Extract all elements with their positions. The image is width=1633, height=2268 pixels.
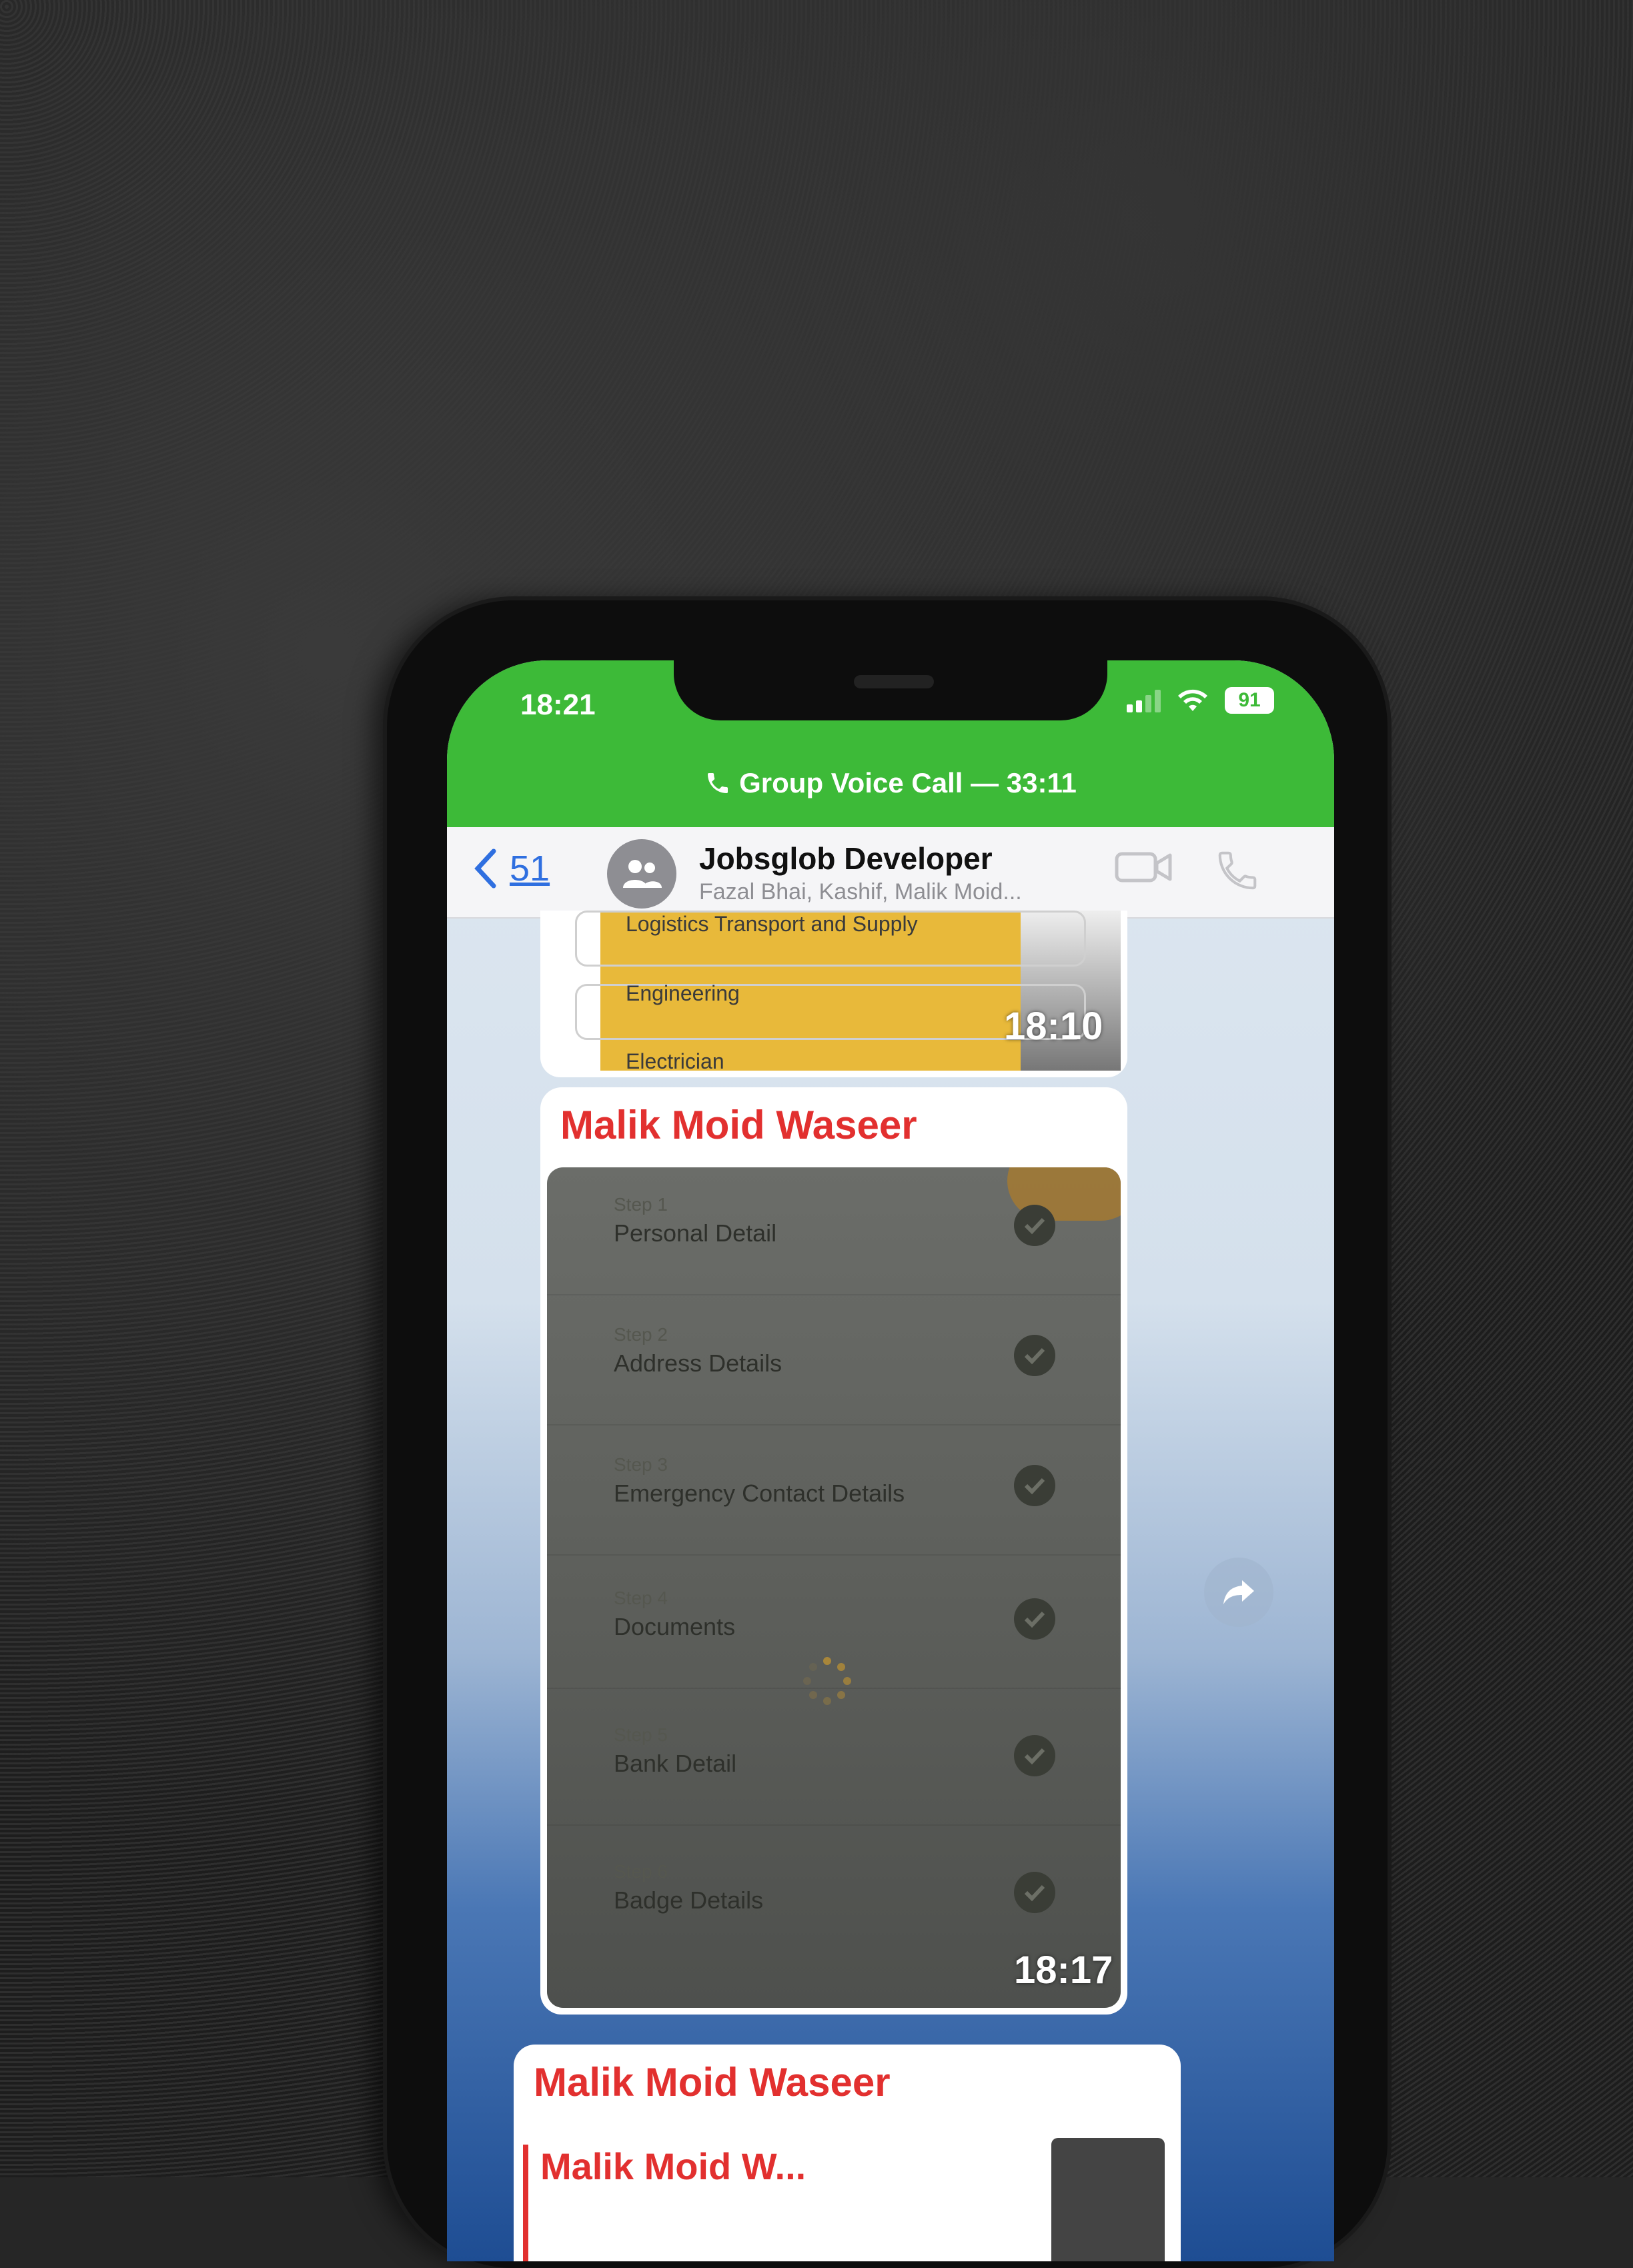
status-time: 18:21 xyxy=(520,688,596,721)
step-row: Step 5 Bank Detail xyxy=(547,1698,1121,1826)
message-time: 18:17 xyxy=(1014,1948,1113,1992)
chat-title[interactable]: Jobsglob Developer xyxy=(699,840,993,877)
reply-quote-thumbnail[interactable] xyxy=(1051,2138,1165,2261)
step-label: Bank Detail xyxy=(614,1750,737,1777)
message-list[interactable]: Logistics Transport and Supply Engineeri… xyxy=(447,911,1334,2261)
voice-call-icon[interactable] xyxy=(1214,847,1261,894)
check-icon xyxy=(1014,1335,1055,1376)
unread-count: 51 xyxy=(510,848,550,889)
phone-notch xyxy=(674,660,1107,720)
battery-level: 91 xyxy=(1238,689,1261,711)
step-number: Step 5 xyxy=(614,1724,668,1745)
back-button[interactable]: 51 xyxy=(474,847,550,890)
step-label: Personal Detail xyxy=(614,1219,777,1247)
check-icon xyxy=(1014,1872,1055,1913)
step-number: Step 4 xyxy=(614,1588,668,1608)
form-row-label: Logistics Transport and Supply xyxy=(626,912,918,936)
video-call-icon[interactable] xyxy=(1114,847,1174,887)
group-call-banner[interactable]: Group Voice Call — 33:11 xyxy=(447,767,1334,799)
earpiece-speaker xyxy=(854,675,934,688)
step-row: Step 3 Emergency Contact Details xyxy=(547,1428,1121,1556)
step-number: Step 2 xyxy=(614,1324,668,1345)
battery-icon: 91 xyxy=(1225,687,1274,714)
chat-header: 51 Jobsglob Developer Fazal Bhai, Kashif… xyxy=(447,827,1334,919)
image-message-bubble[interactable]: Malik Moid Waseer Step 1 Personal Detail… xyxy=(540,1087,1127,2015)
signal-icon xyxy=(1127,688,1161,712)
step-row: Step 2 Address Details xyxy=(547,1297,1121,1426)
wifi-icon xyxy=(1178,689,1207,711)
sender-name[interactable]: Malik Moid Waseer xyxy=(534,2059,891,2105)
status-icons: 91 xyxy=(1127,687,1274,714)
call-banner-label: Group Voice Call — 33:11 xyxy=(739,767,1077,798)
step-row: Step 6 Badge Details xyxy=(547,1834,1121,1961)
form-row-label: Engineering xyxy=(626,981,740,1005)
forward-icon xyxy=(1223,1580,1254,1604)
step-number: Step 6 xyxy=(614,1861,668,1882)
phone-device: 18:21 91 Group Voice Call — 33:11 51 Job… xyxy=(387,600,1388,2268)
chat-members[interactable]: Fazal Bhai, Kashif, Malik Moid... xyxy=(699,879,1022,905)
shared-screenshot[interactable]: Step 1 Personal Detail Step 2 Address De… xyxy=(547,1167,1121,2008)
step-label: Emergency Contact Details xyxy=(614,1480,905,1507)
check-icon xyxy=(1014,1465,1055,1506)
group-avatar-icon[interactable] xyxy=(607,839,676,909)
group-people-icon xyxy=(623,860,662,888)
forward-button[interactable] xyxy=(1204,1558,1273,1627)
form-row-label: Electrician xyxy=(626,1049,724,1073)
reply-quote-bar xyxy=(523,2145,528,2261)
phone-icon xyxy=(708,773,728,793)
check-icon xyxy=(1014,1735,1055,1776)
step-label: Address Details xyxy=(614,1349,782,1377)
reply-message-bubble[interactable]: Malik Moid Waseer Malik Moid W... xyxy=(514,2045,1181,2261)
step-label: Badge Details xyxy=(614,1886,764,1914)
sender-name[interactable]: Malik Moid Waseer xyxy=(560,1102,917,1148)
step-row: Step 1 Personal Detail xyxy=(547,1167,1121,1295)
phone-screen: 18:21 91 Group Voice Call — 33:11 51 Job… xyxy=(447,660,1334,2261)
step-number: Step 3 xyxy=(614,1454,668,1475)
loading-spinner-icon xyxy=(803,1657,851,1705)
back-chevron-icon xyxy=(474,848,496,889)
check-icon xyxy=(1014,1205,1055,1246)
step-label: Documents xyxy=(614,1613,736,1640)
step-number: Step 1 xyxy=(614,1194,668,1215)
image-message-bubble[interactable]: Logistics Transport and Supply Engineeri… xyxy=(540,911,1127,1077)
message-time: 18:10 xyxy=(1004,1005,1103,1048)
reply-quote-sender[interactable]: Malik Moid W... xyxy=(540,2145,806,2188)
check-icon xyxy=(1014,1598,1055,1640)
